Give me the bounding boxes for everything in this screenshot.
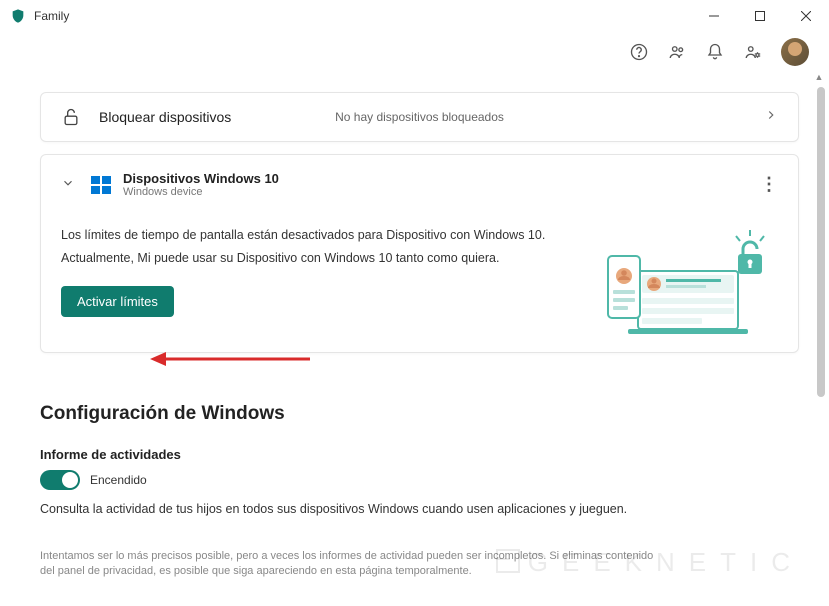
windows-settings-title: Configuración de Windows <box>40 403 799 425</box>
activity-toggle-state: Encendido <box>90 473 147 487</box>
disclaimer-text: Intentamos ser lo más precisos posible, … <box>40 549 660 580</box>
devices-illustration <box>578 226 778 336</box>
device-message-2: Actualmente, Mi puede usar su Dispositiv… <box>61 249 558 268</box>
scroll-up-icon[interactable]: ▲ <box>813 72 825 84</box>
scrollbar-thumb[interactable] <box>817 87 825 397</box>
activity-report-toggle[interactable] <box>40 470 80 490</box>
user-avatar[interactable] <box>781 38 809 66</box>
maximize-button[interactable] <box>737 0 783 32</box>
scrollbar[interactable]: ▲ <box>817 72 825 606</box>
window-title: Family <box>34 9 691 23</box>
people-icon[interactable] <box>667 42 687 62</box>
device-header: Dispositivos Windows 10 Windows device ⋮ <box>61 171 778 198</box>
device-name: Dispositivos Windows 10 <box>123 171 760 186</box>
settings-people-icon[interactable] <box>743 42 763 62</box>
close-button[interactable] <box>783 0 829 32</box>
app-shield-icon <box>10 8 26 24</box>
bell-icon[interactable] <box>705 42 725 62</box>
toolbar <box>0 32 829 72</box>
help-icon[interactable] <box>629 42 649 62</box>
block-devices-label: Bloquear dispositivos <box>99 109 231 125</box>
activity-report-label: Informe de actividades <box>40 447 799 462</box>
window-controls <box>691 0 829 32</box>
block-devices-status: No hay dispositivos bloqueados <box>335 110 504 124</box>
chevron-down-icon[interactable] <box>61 176 75 193</box>
chevron-right-icon <box>764 108 778 127</box>
more-vertical-icon[interactable]: ⋮ <box>760 174 778 195</box>
device-card: Dispositivos Windows 10 Windows device ⋮… <box>40 154 799 353</box>
minimize-button[interactable] <box>691 0 737 32</box>
windows-icon <box>89 173 113 197</box>
titlebar: Family <box>0 0 829 32</box>
activity-report-description: Consulta la actividad de tus hijos en to… <box>40 500 660 519</box>
main-content: Bloquear dispositivos No hay dispositivo… <box>0 72 829 606</box>
block-devices-row[interactable]: Bloquear dispositivos No hay dispositivo… <box>40 92 799 142</box>
activate-limits-button[interactable]: Activar límites <box>61 286 174 317</box>
device-subtitle: Windows device <box>123 186 760 198</box>
device-message-1: Los límites de tiempo de pantalla están … <box>61 226 558 245</box>
unlock-icon <box>61 107 81 127</box>
